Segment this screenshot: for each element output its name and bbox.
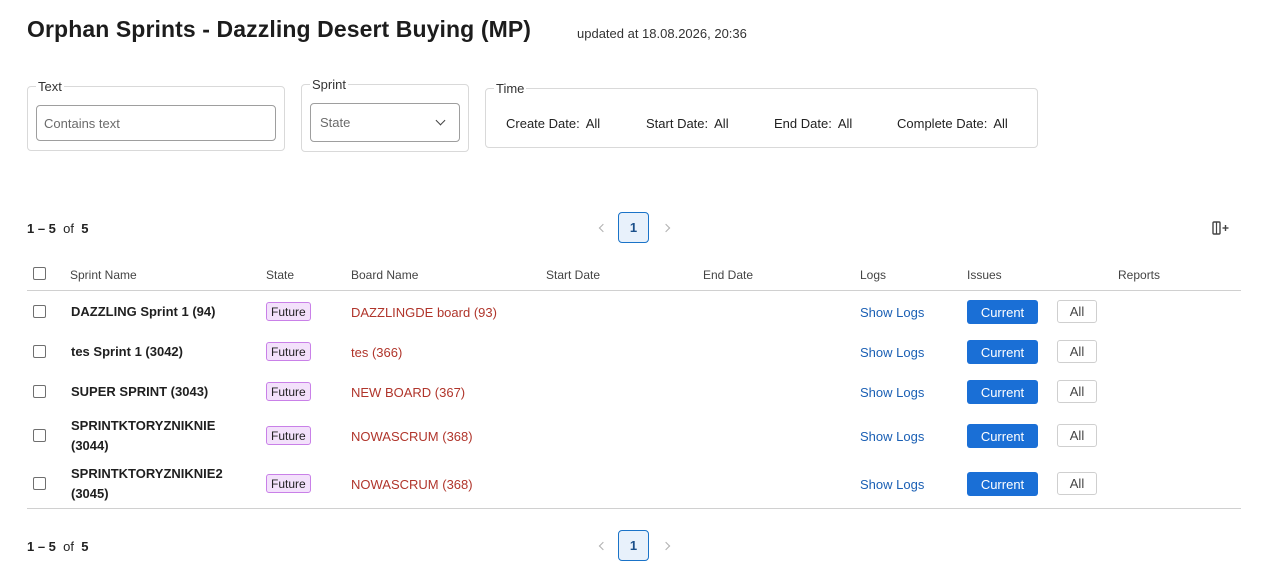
- chevron-right-icon: [661, 541, 670, 551]
- col-header-logs[interactable]: Logs: [860, 268, 886, 282]
- add-column-icon[interactable]: [1212, 220, 1230, 236]
- state-select[interactable]: State: [310, 103, 460, 142]
- start-date-value: All: [714, 116, 729, 131]
- show-logs-link[interactable]: Show Logs: [860, 305, 924, 320]
- show-logs-link[interactable]: Show Logs: [860, 345, 924, 360]
- show-logs-link[interactable]: Show Logs: [860, 385, 924, 400]
- create-date-filter[interactable]: Create Date: All: [506, 116, 600, 131]
- col-header-end-date[interactable]: End Date: [703, 268, 753, 282]
- col-header-sprint-name[interactable]: Sprint Name: [70, 268, 137, 282]
- sprint-name: SPRINTKTORYZNIKNIE2 (3045): [71, 466, 223, 501]
- sprint-filter-legend: Sprint: [312, 77, 346, 92]
- time-filter-legend: Time: [496, 81, 525, 96]
- complete-date-value: All: [993, 116, 1008, 131]
- updated-timestamp: updated at 18.08.2026, 20:36: [577, 26, 747, 41]
- complete-date-filter[interactable]: Complete Date: All: [897, 116, 1008, 131]
- current-issues-button[interactable]: Current: [967, 300, 1038, 324]
- show-logs-link[interactable]: Show Logs: [860, 429, 924, 444]
- current-issues-button[interactable]: Current: [967, 380, 1038, 404]
- board-link[interactable]: NOWASCRUM (368): [351, 477, 473, 492]
- complete-date-label: Complete Date:: [897, 116, 988, 131]
- prev-page-button[interactable]: [596, 538, 607, 554]
- range-total: 5: [81, 539, 89, 554]
- pagination-range-bottom: 1 – 5 of 5: [27, 539, 88, 554]
- all-issues-button[interactable]: All: [1057, 472, 1097, 495]
- current-issues-button[interactable]: Current: [967, 472, 1038, 496]
- sprint-name: tes Sprint 1 (3042): [71, 344, 183, 359]
- end-date-label: End Date:: [774, 116, 832, 131]
- page-1-button[interactable]: 1: [618, 212, 649, 243]
- current-issues-button[interactable]: Current: [967, 424, 1038, 448]
- col-header-reports[interactable]: Reports: [1118, 268, 1160, 282]
- next-page-button[interactable]: [661, 538, 672, 554]
- range-value: 1 – 5: [27, 539, 56, 554]
- row-checkbox[interactable]: [33, 345, 46, 358]
- all-issues-button[interactable]: All: [1057, 340, 1097, 363]
- chevron-left-icon: [598, 223, 607, 233]
- create-date-value: All: [585, 116, 601, 131]
- page-1-button[interactable]: 1: [618, 530, 649, 561]
- board-link[interactable]: NEW BOARD (367): [351, 385, 465, 400]
- pagination-range-top: 1 – 5 of 5: [27, 221, 88, 236]
- state-badge: Future: [266, 382, 311, 401]
- header-divider: [27, 290, 1241, 291]
- range-of: of: [63, 221, 74, 236]
- all-issues-button[interactable]: All: [1057, 380, 1097, 403]
- text-filter-legend: Text: [38, 79, 62, 94]
- select-all-checkbox[interactable]: [33, 267, 46, 280]
- chevron-right-icon: [661, 223, 670, 233]
- col-header-board-name[interactable]: Board Name: [351, 268, 418, 282]
- state-badge: Future: [266, 302, 311, 321]
- col-header-start-date[interactable]: Start Date: [546, 268, 600, 282]
- start-date-label: Start Date:: [646, 116, 709, 131]
- sprint-name: SPRINTKTORYZNIKNIE (3044): [71, 418, 216, 453]
- create-date-label: Create Date:: [506, 116, 580, 131]
- current-issues-button[interactable]: Current: [967, 340, 1038, 364]
- state-badge: Future: [266, 426, 311, 445]
- row-checkbox[interactable]: [33, 385, 46, 398]
- row-checkbox[interactable]: [33, 477, 46, 490]
- all-issues-button[interactable]: All: [1057, 424, 1097, 447]
- show-logs-link[interactable]: Show Logs: [860, 477, 924, 492]
- col-header-state[interactable]: State: [266, 268, 294, 282]
- chevron-left-icon: [598, 541, 607, 551]
- all-issues-button[interactable]: All: [1057, 300, 1097, 323]
- board-link[interactable]: DAZZLINGDE board (93): [351, 305, 497, 320]
- row-checkbox[interactable]: [33, 429, 46, 442]
- text-search-input[interactable]: [36, 105, 276, 141]
- row-checkbox[interactable]: [33, 305, 46, 318]
- table-bottom-divider: [27, 508, 1241, 509]
- end-date-filter[interactable]: End Date: All: [774, 116, 852, 131]
- start-date-filter[interactable]: Start Date: All: [646, 116, 729, 131]
- end-date-value: All: [837, 116, 853, 131]
- time-filter-group: Time: [485, 81, 1038, 148]
- range-value: 1 – 5: [27, 221, 56, 236]
- range-of: of: [63, 539, 74, 554]
- board-link[interactable]: tes (366): [351, 345, 402, 360]
- page-title: Orphan Sprints - Dazzling Desert Buying …: [27, 16, 532, 42]
- state-badge: Future: [266, 474, 311, 493]
- range-total: 5: [81, 221, 89, 236]
- sprint-name: SUPER SPRINT (3043): [71, 384, 209, 399]
- prev-page-button[interactable]: [596, 220, 607, 236]
- state-select-placeholder: State: [320, 115, 351, 130]
- state-badge: Future: [266, 342, 311, 361]
- sprint-name: DAZZLING Sprint 1 (94): [71, 304, 216, 319]
- next-page-button[interactable]: [661, 220, 672, 236]
- board-link[interactable]: NOWASCRUM (368): [351, 429, 473, 444]
- chevron-down-icon: [435, 115, 446, 126]
- col-header-issues[interactable]: Issues: [967, 268, 1002, 282]
